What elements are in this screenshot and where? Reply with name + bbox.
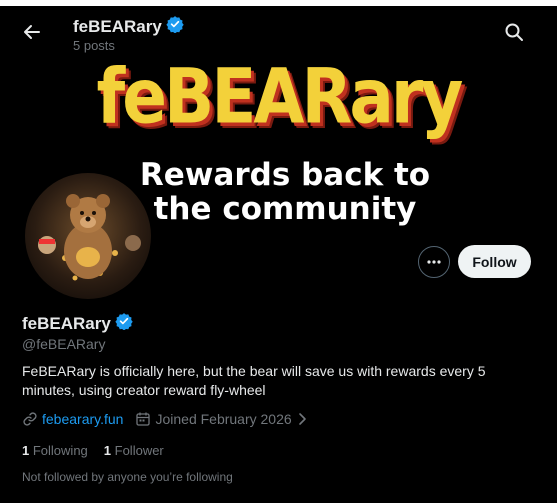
website-link[interactable]: febearary.fun — [42, 411, 123, 427]
avatar[interactable] — [22, 170, 154, 302]
more-button[interactable] — [418, 246, 450, 278]
following-stat[interactable]: 1 Following — [22, 443, 88, 458]
verified-badge-icon — [166, 15, 184, 38]
profile-name: feBEARary — [22, 312, 133, 335]
back-arrow-icon[interactable] — [20, 20, 44, 44]
following-count: 1 — [22, 443, 30, 458]
follow-button[interactable]: Follow — [458, 245, 531, 278]
website: febearary.fun — [22, 411, 123, 427]
header-name: feBEARary — [73, 16, 162, 36]
post-count: 5 posts — [73, 38, 115, 53]
calendar-icon — [136, 412, 151, 426]
header-title: feBEARary — [73, 15, 184, 38]
followers-you-know-notice: Not followed by anyone you’re following — [22, 470, 233, 484]
chevron-right-icon[interactable] — [296, 412, 308, 426]
more-icon — [427, 260, 441, 264]
joined-date: Joined February 2026 — [135, 411, 307, 427]
following-label: Following — [32, 443, 88, 458]
joined-text: Joined February 2026 — [155, 411, 292, 427]
follow-counts: 1 Following 1 Follower — [22, 443, 164, 458]
profile-header: feBEARary 5 posts — [0, 6, 557, 56]
followers-count: 1 — [103, 443, 112, 458]
followers-label: Follower — [114, 443, 164, 458]
link-icon — [23, 412, 37, 426]
bio: FeBEARary is officially here, but the be… — [22, 363, 486, 398]
verified-badge-icon[interactable] — [115, 312, 133, 335]
banner-title: feBEARary — [96, 56, 464, 141]
profile-meta: febearary.fun Joined February 2026 — [22, 411, 308, 427]
followers-stat[interactable]: 1 Follower — [104, 443, 164, 458]
banner-subtitle: Rewards back to the community — [139, 157, 431, 227]
display-name: feBEARary — [22, 313, 111, 333]
search-icon[interactable] — [504, 22, 524, 42]
handle: @feBEARary — [22, 336, 106, 352]
